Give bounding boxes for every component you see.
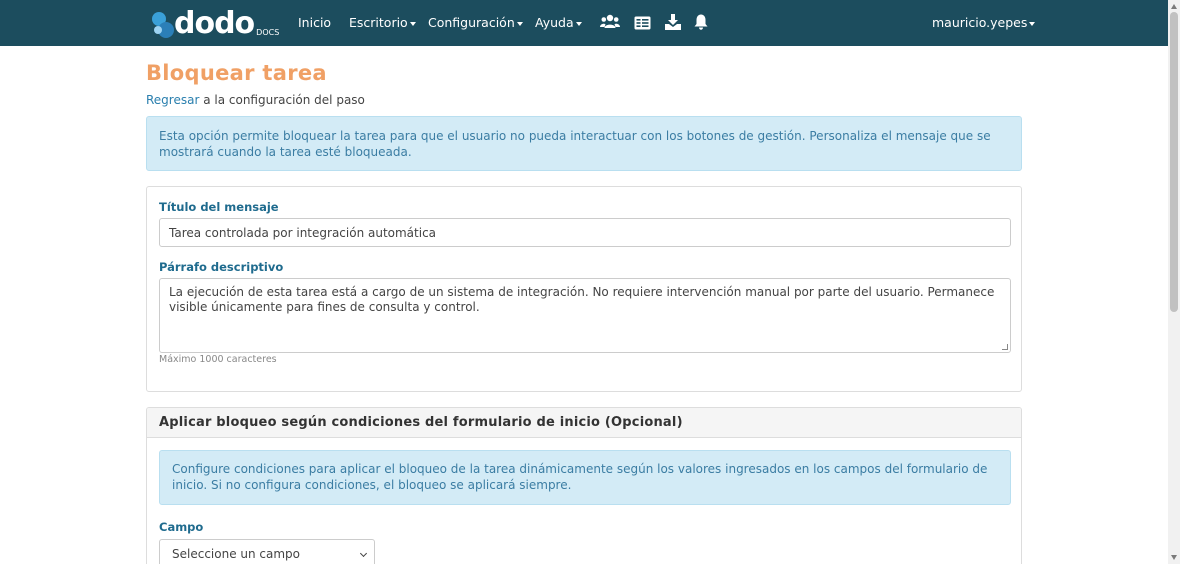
- paragraph-help-text: Máximo 1000 caracteres: [159, 354, 277, 365]
- conditions-header-text: Aplicar bloqueo según condiciones del fo…: [159, 415, 683, 430]
- dodo-logo-icon: [152, 10, 176, 38]
- users-icon[interactable]: [600, 14, 620, 34]
- download-icon[interactable]: [665, 14, 681, 34]
- bell-icon[interactable]: [694, 14, 708, 34]
- nav-item-label: Inicio: [298, 15, 332, 30]
- scroll-down-arrow-icon[interactable]: [1171, 555, 1177, 560]
- nav-item-ayuda[interactable]: Ayuda: [535, 15, 582, 30]
- paragraph-textarea-value: La ejecución de esta tarea está a cargo …: [169, 285, 995, 314]
- chevron-down-icon: [359, 549, 368, 558]
- title-label: Título del mensaje: [159, 200, 279, 214]
- scroll-up-arrow-icon[interactable]: [1171, 4, 1177, 9]
- message-card: Título del mensaje Tarea controlada por …: [146, 186, 1022, 392]
- user-menu[interactable]: mauricio.yepes: [932, 15, 1036, 30]
- conditions-info-alert: Configure condiciones para aplicar el bl…: [159, 450, 1011, 505]
- brand-subtitle: DOCS: [256, 28, 280, 37]
- brand-logo[interactable]: dodo DOCS: [152, 8, 279, 40]
- conditions-card: Aplicar bloqueo según condiciones del fo…: [146, 407, 1022, 564]
- nav-item-inicio[interactable]: Inicio: [298, 15, 331, 30]
- scroll-thumb[interactable]: [1170, 12, 1178, 312]
- back-text: a la configuración del paso: [199, 93, 365, 107]
- paragraph-textarea[interactable]: La ejecución de esta tarea está a cargo …: [159, 278, 1011, 353]
- field-select[interactable]: Seleccione un campo: [159, 539, 375, 564]
- nav-item-configuracion[interactable]: Configuración: [428, 15, 523, 30]
- paragraph-label: Párrafo descriptivo: [159, 260, 284, 274]
- title-input[interactable]: Tarea controlada por integración automát…: [159, 218, 1011, 247]
- field-select-value: Seleccione un campo: [172, 546, 301, 561]
- field-label: Campo: [159, 520, 204, 534]
- cards-icon[interactable]: [634, 15, 651, 34]
- back-link[interactable]: Regresar: [146, 93, 199, 107]
- info-alert: Esta opción permite bloquear la tarea pa…: [146, 116, 1022, 171]
- info-alert-text: Esta opción permite bloquear la tarea pa…: [159, 129, 991, 159]
- caret-down-icon: [409, 21, 416, 26]
- brand-name: dodo: [174, 6, 255, 41]
- breadcrumb: Regresar a la configuración del paso: [146, 93, 365, 107]
- nav-item-escritorio[interactable]: Escritorio: [349, 15, 416, 30]
- caret-down-icon: [575, 21, 582, 26]
- resize-handle-icon[interactable]: [1002, 344, 1008, 350]
- page-title: Bloquear tarea: [146, 61, 327, 85]
- caret-down-icon: [1029, 21, 1036, 26]
- conditions-info-text: Configure condiciones para aplicar el bl…: [172, 462, 988, 492]
- nav-item-label: Ayuda: [535, 15, 574, 30]
- title-input-value: Tarea controlada por integración automát…: [169, 225, 437, 240]
- nav-item-label: Escritorio: [349, 15, 408, 30]
- caret-down-icon: [516, 21, 523, 26]
- user-name: mauricio.yepes: [932, 15, 1028, 30]
- page-scrollbar[interactable]: [1168, 0, 1180, 564]
- conditions-header: Aplicar bloqueo según condiciones del fo…: [147, 408, 1021, 438]
- top-navbar: dodo DOCS Inicio Escritorio Configuració…: [0, 0, 1168, 46]
- nav-item-label: Configuración: [428, 15, 515, 30]
